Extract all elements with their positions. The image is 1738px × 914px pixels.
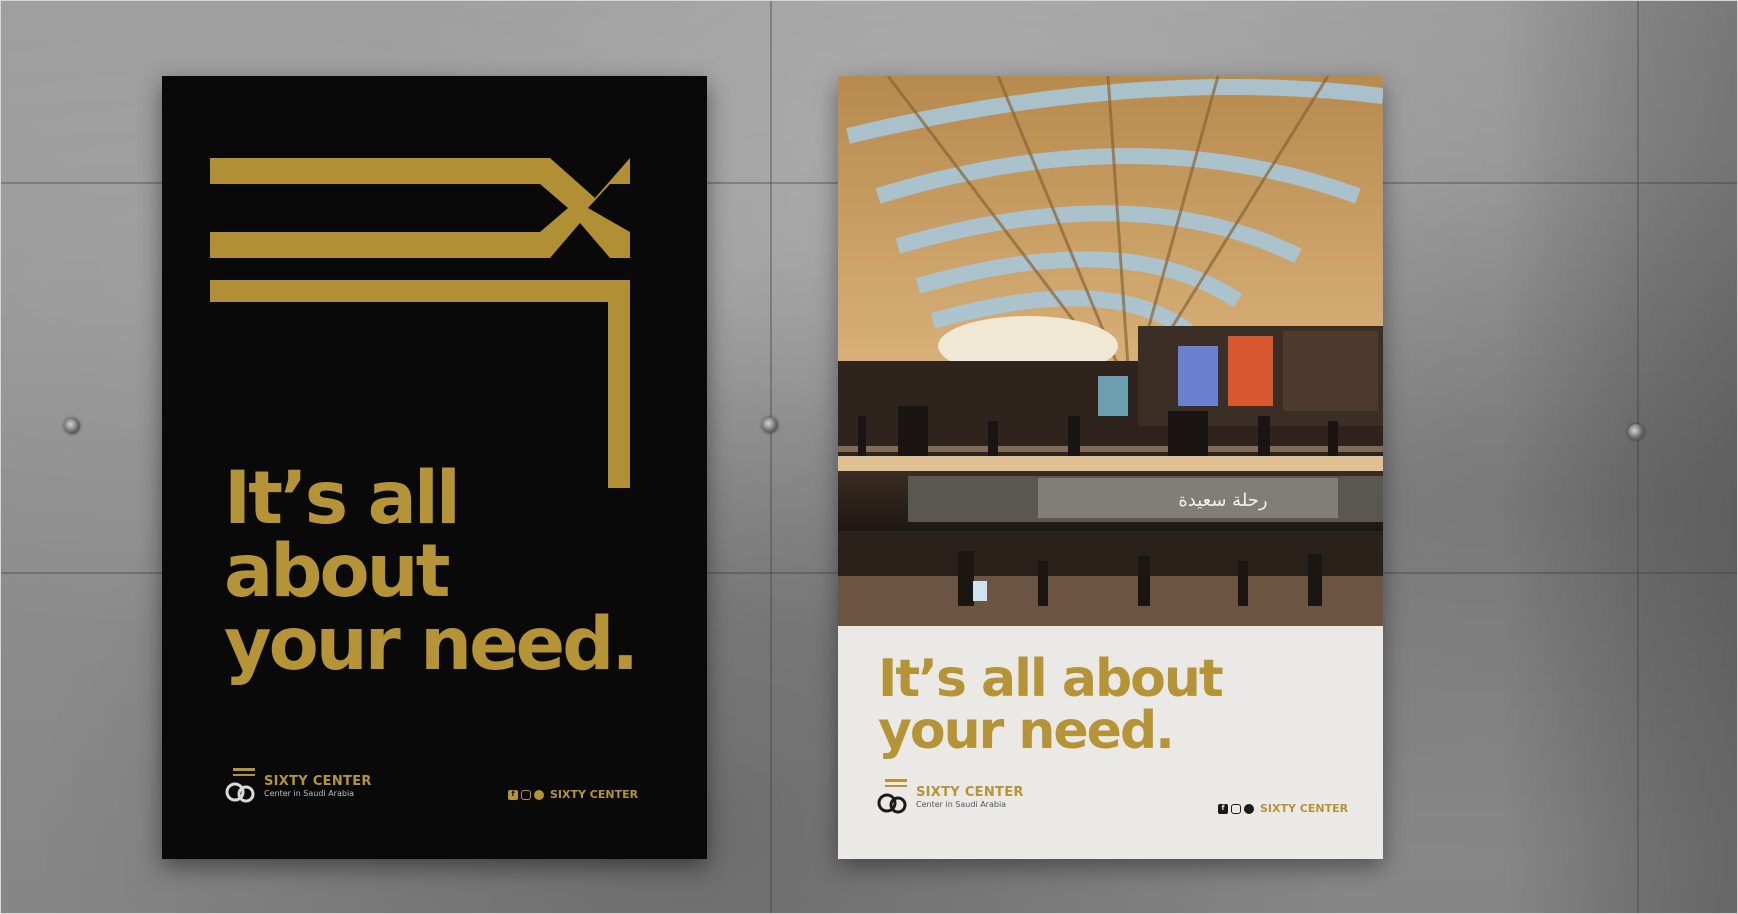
wall-bolt: [762, 417, 778, 433]
sixty-logo-icon: [225, 768, 255, 803]
headline-line: It’s all about: [878, 649, 1224, 709]
poster-white: رحلة سعيدة It’s all about your need. SIX…: [838, 76, 1383, 859]
wall-shadow: [1500, 0, 1738, 914]
wall-bolt: [64, 418, 80, 434]
social-links: f SIXTY CENTER: [508, 788, 638, 801]
brand-name: SIXTY CENTER: [916, 784, 1024, 800]
headline-line: about: [224, 529, 451, 614]
headline-line: It’s all: [224, 456, 461, 541]
brand-tagline: Center in Saudi Arabia: [264, 788, 355, 798]
brand-graphic-mark: [210, 158, 630, 488]
headline-line: your need.: [224, 602, 639, 687]
mall-interior-photo: رحلة سعيدة: [838, 76, 1383, 626]
headline-line: your need.: [878, 701, 1175, 761]
brand-logo: SIXTY CENTER Center in Saudi Arabia: [224, 768, 372, 804]
social-handle: SIXTY CENTER: [1260, 802, 1349, 815]
sixty-logo-icon: [877, 779, 907, 814]
poster-black: It’s all about your need. SIXTY CENTER C…: [162, 76, 707, 859]
instagram-icon: [1231, 803, 1241, 814]
facebook-icon: f: [508, 789, 518, 800]
social-links: f SIXTY CENTER: [1218, 802, 1348, 815]
wall-seam: [1637, 0, 1639, 914]
brand-tagline: Center in Saudi Arabia: [916, 799, 1007, 809]
poster-headline: It’s all about your need.: [224, 462, 684, 681]
wall-bolt: [1628, 424, 1644, 440]
brand-name: SIXTY CENTER: [264, 773, 372, 789]
twitter-icon: [1244, 803, 1254, 814]
facebook-icon: f: [1218, 803, 1228, 814]
banner-caption: رحلة سعيدة: [1178, 490, 1267, 511]
instagram-icon: [521, 789, 531, 800]
poster-headline: It’s all about your need.: [878, 653, 1358, 757]
twitter-icon: [534, 789, 544, 800]
social-handle: SIXTY CENTER: [550, 788, 639, 801]
brand-logo: SIXTY CENTER Center in Saudi Arabia: [876, 779, 1024, 815]
wall-seam: [770, 0, 772, 914]
